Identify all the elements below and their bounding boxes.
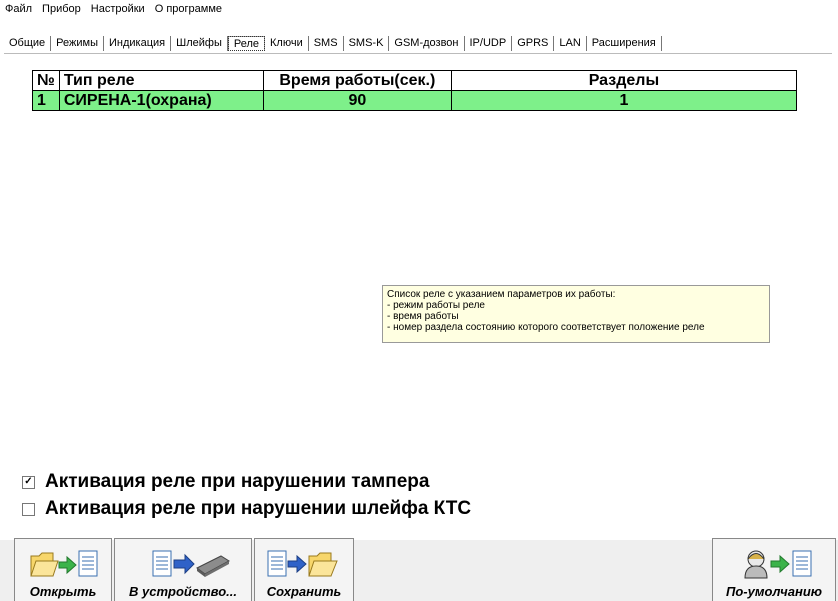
col-header-number[interactable]: № <box>32 70 60 91</box>
tooltip-line: - номер раздела состоянию которого соотв… <box>387 322 705 333</box>
tamper-checkbox[interactable]: ✓ Активация реле при нарушении тампера <box>22 471 429 493</box>
col-header-sections[interactable]: Разделы <box>450 70 798 91</box>
write-to-chip-icon <box>152 550 230 577</box>
cell-work-time[interactable]: 90 <box>262 90 452 111</box>
tab-extensions[interactable]: Расширения <box>587 35 662 51</box>
relay-table: № Тип реле Время работы(сек.) Разделы 1 … <box>32 70 798 111</box>
tab-loops[interactable]: Шлейфы <box>171 35 228 51</box>
tab-sms-k[interactable]: SMS-K <box>344 35 390 51</box>
menu-settings[interactable]: Настройки <box>86 3 150 15</box>
open-file-icon <box>30 550 98 577</box>
menu-file[interactable]: Файл <box>0 3 37 15</box>
open-button[interactable]: Открыть <box>14 538 112 601</box>
cell-relay-type[interactable]: СИРЕНА-1(охрана) <box>58 90 264 111</box>
cell-sections[interactable]: 1 <box>450 90 798 111</box>
col-header-time[interactable]: Время работы(сек.) <box>262 70 452 91</box>
kts-checkbox-label: Активация реле при нарушении шлейфа КТС <box>45 498 472 519</box>
checkbox-checked-icon[interactable]: ✓ <box>22 475 35 489</box>
tab-indication[interactable]: Индикация <box>104 35 172 51</box>
tab-gprs[interactable]: GPRS <box>512 35 555 51</box>
kts-checkbox[interactable]: Активация реле при нарушении шлейфа КТС <box>22 498 471 520</box>
tamper-checkbox-label: Активация реле при нарушении тампера <box>45 471 430 492</box>
col-header-type[interactable]: Тип реле <box>58 70 264 91</box>
tab-gsm-dial[interactable]: GSM-дозвон <box>389 35 465 51</box>
checkbox-unchecked-icon[interactable] <box>22 502 35 516</box>
cell-number[interactable]: 1 <box>32 90 60 111</box>
write-to-device-button[interactable]: В устройство... <box>114 538 252 601</box>
table-header: № Тип реле Время работы(сек.) Разделы <box>32 70 798 91</box>
tooltip-line: - время работы <box>387 311 459 322</box>
tooltip-line: Список реле с указанием параметров их ра… <box>387 289 616 300</box>
hint-tooltip: Список реле с указанием параметров их ра… <box>382 285 770 343</box>
save-button-label: Сохранить <box>266 584 342 599</box>
menu-about[interactable]: О программе <box>150 3 227 15</box>
write-to-device-label: В устройство... <box>129 584 237 599</box>
tab-sms[interactable]: SMS <box>309 35 344 51</box>
tab-bar: Общие Режимы Индикация Шлейфы Реле Ключи… <box>4 32 662 54</box>
tab-general[interactable]: Общие <box>4 35 52 51</box>
open-button-label: Открыть <box>29 584 97 599</box>
table-row[interactable]: 1 СИРЕНА-1(охрана) 90 1 <box>32 90 798 111</box>
tooltip-line: - режим работы реле <box>387 300 485 311</box>
tab-keys[interactable]: Ключи <box>265 35 309 51</box>
factory-defaults-icon <box>744 550 812 579</box>
save-to-folder-icon <box>267 550 338 577</box>
save-button[interactable]: Сохранить <box>254 538 354 601</box>
tab-underline <box>4 53 832 54</box>
defaults-button-label: По-умолчанию <box>725 584 822 599</box>
tab-relays[interactable]: Реле <box>227 35 265 51</box>
menu-bar: Файл Прибор Настройки О программе <box>0 0 838 18</box>
defaults-button[interactable]: По-умолчанию <box>712 538 836 601</box>
menu-device[interactable]: Прибор <box>37 3 86 15</box>
tab-ip-udp[interactable]: IP/UDP <box>465 35 513 51</box>
tab-modes[interactable]: Режимы <box>51 35 104 51</box>
tab-lan[interactable]: LAN <box>554 35 587 51</box>
